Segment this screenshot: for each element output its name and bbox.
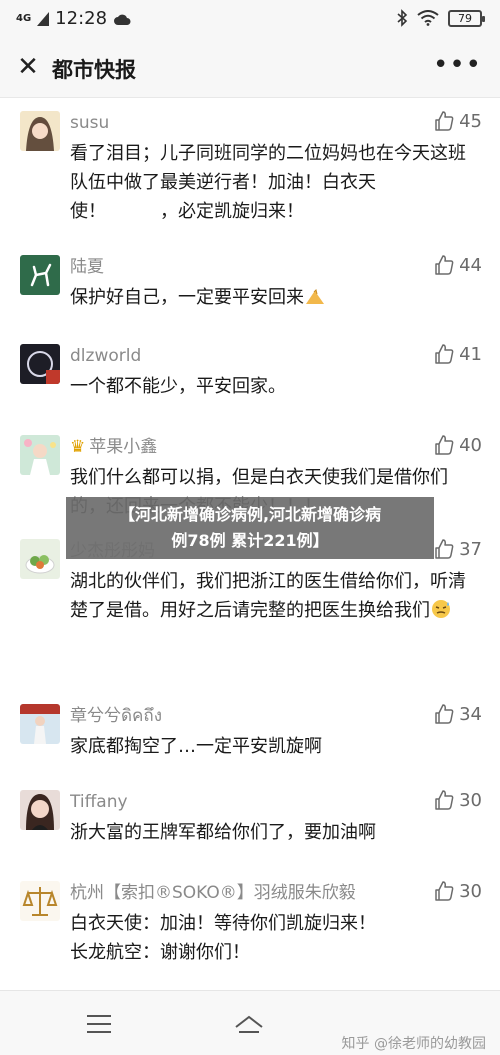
comment-username[interactable]: dlzworld xyxy=(70,344,420,368)
comment-username[interactable]: Tiffany xyxy=(70,790,420,814)
status-bar: 4G 12:28 79 xyxy=(0,0,500,40)
thumbs-up-icon xyxy=(435,344,454,364)
thumbs-up-icon xyxy=(435,704,454,724)
avatar[interactable] xyxy=(20,255,60,295)
like-count: 30 xyxy=(459,880,482,902)
system-navigation-bar: 知乎 @徐老师的幼教园 xyxy=(0,990,500,1055)
home-icon[interactable] xyxy=(234,1013,264,1035)
comment-username[interactable]: 苹果小鑫 xyxy=(89,437,157,457)
like-button[interactable]: 37 xyxy=(433,538,482,560)
comment-text: 白衣天使：加油！等待你们凯旋归来！ 长龙航空：谢谢你们！ xyxy=(70,913,376,963)
page-title: 都市快报 xyxy=(52,58,136,82)
battery-indicator: 79 xyxy=(448,9,485,27)
avatar[interactable] xyxy=(20,111,60,151)
comment-username[interactable]: susu xyxy=(70,111,420,135)
comment-item[interactable]: 陆夏 44 保护好自己，一定要平安回来 xyxy=(0,243,500,332)
comment-item[interactable]: Tiffany 30 浙大富的王牌军都给你们了，要加油啊 xyxy=(0,778,500,869)
like-count: 37 xyxy=(459,538,482,560)
thumbs-up-icon xyxy=(435,435,454,455)
cloud-icon xyxy=(114,14,131,25)
banner-line-1: 【河北新增确诊病例,河北新增确诊病 xyxy=(118,505,382,524)
news-headline-banner: 【河北新增确诊病例,河北新增确诊病 例78例 累计221例】 xyxy=(66,497,434,559)
like-button[interactable]: 30 xyxy=(433,789,482,811)
signal-icon xyxy=(37,11,50,26)
like-count: 41 xyxy=(459,343,482,365)
comment-text: 保护好自己，一定要平安回来 xyxy=(70,287,304,308)
avatar[interactable] xyxy=(20,344,60,384)
menu-icon[interactable] xyxy=(84,1013,114,1035)
avatar[interactable] xyxy=(20,704,60,744)
banner-line-2: 例78例 累计221例】 xyxy=(171,531,329,550)
wifi-icon xyxy=(417,10,439,26)
like-button[interactable]: 40 xyxy=(433,434,482,456)
comment-item[interactable] xyxy=(0,979,500,990)
crown-icon: ♛ xyxy=(70,437,86,457)
comment-item[interactable]: 杭州【索扣®SOKO®】羽绒服朱欣毅 30 白衣天使：加油！等待你们凯旋归来！ … xyxy=(0,869,500,979)
like-button[interactable]: 34 xyxy=(433,703,482,725)
comment-item[interactable]: 章兮兮ดิคถึง 34 家底都掏空了…一定平安凯旋啊 xyxy=(0,692,500,778)
like-count: 40 xyxy=(459,434,482,456)
like-count: 45 xyxy=(459,110,482,132)
network-type-label: 4G xyxy=(16,12,32,24)
sweat-face-emoji-icon xyxy=(432,600,450,618)
like-button[interactable]: 45 xyxy=(433,110,482,132)
avatar[interactable] xyxy=(20,881,60,921)
like-button[interactable]: 30 xyxy=(433,880,482,902)
praying-hands-emoji-icon xyxy=(306,289,324,304)
comment-text: 一个都不能少，平安回家。 xyxy=(70,376,286,397)
comment-item[interactable]: susu 45 看了泪目；儿子同班同学的二位妈妈也在今天这班队伍中做了最美逆行者… xyxy=(0,99,500,243)
status-time: 12:28 xyxy=(55,8,108,29)
comment-username[interactable]: 章兮兮ดิคถึง xyxy=(70,704,420,728)
more-options-icon[interactable]: ••• xyxy=(433,50,482,80)
comment-item[interactable]: dlzworld 41 一个都不能少，平安回家。 xyxy=(0,332,500,423)
comment-text: 看了泪目；儿子同班同学的二位妈妈也在今天这班队伍中做了最美逆行者！加油！白衣天使… xyxy=(70,143,466,222)
thumbs-up-icon xyxy=(435,539,454,559)
like-count: 30 xyxy=(459,789,482,811)
avatar[interactable] xyxy=(20,435,60,475)
watermark-text: 知乎 @徐老师的幼教园 xyxy=(341,1036,486,1052)
like-button[interactable]: 44 xyxy=(433,254,482,276)
like-count: 44 xyxy=(459,254,482,276)
thumbs-up-icon xyxy=(435,255,454,275)
thumbs-up-icon xyxy=(435,111,454,131)
close-icon[interactable]: ✕ xyxy=(14,52,42,82)
comment-username[interactable]: 陆夏 xyxy=(70,255,420,279)
thumbs-up-icon xyxy=(435,881,454,901)
comment-username[interactable]: 杭州【索扣®SOKO®】羽绒服朱欣毅 xyxy=(70,881,420,905)
thumbs-up-icon xyxy=(435,790,454,810)
like-count: 34 xyxy=(459,703,482,725)
bluetooth-icon xyxy=(397,9,408,27)
avatar[interactable] xyxy=(20,539,60,579)
like-button[interactable]: 41 xyxy=(433,343,482,365)
app-header: ✕ 都市快报 ••• xyxy=(0,40,500,98)
comment-text: 家底都掏空了…一定平安凯旋啊 xyxy=(70,736,322,757)
comment-text: 湖北的伙伴们，我们把浙江的医生借给你们，听清楚了是借。用好之后请完整的把医生换给… xyxy=(70,571,466,621)
avatar[interactable] xyxy=(20,790,60,830)
comment-text: 浙大富的王牌军都给你们了，要加油啊 xyxy=(70,822,376,843)
